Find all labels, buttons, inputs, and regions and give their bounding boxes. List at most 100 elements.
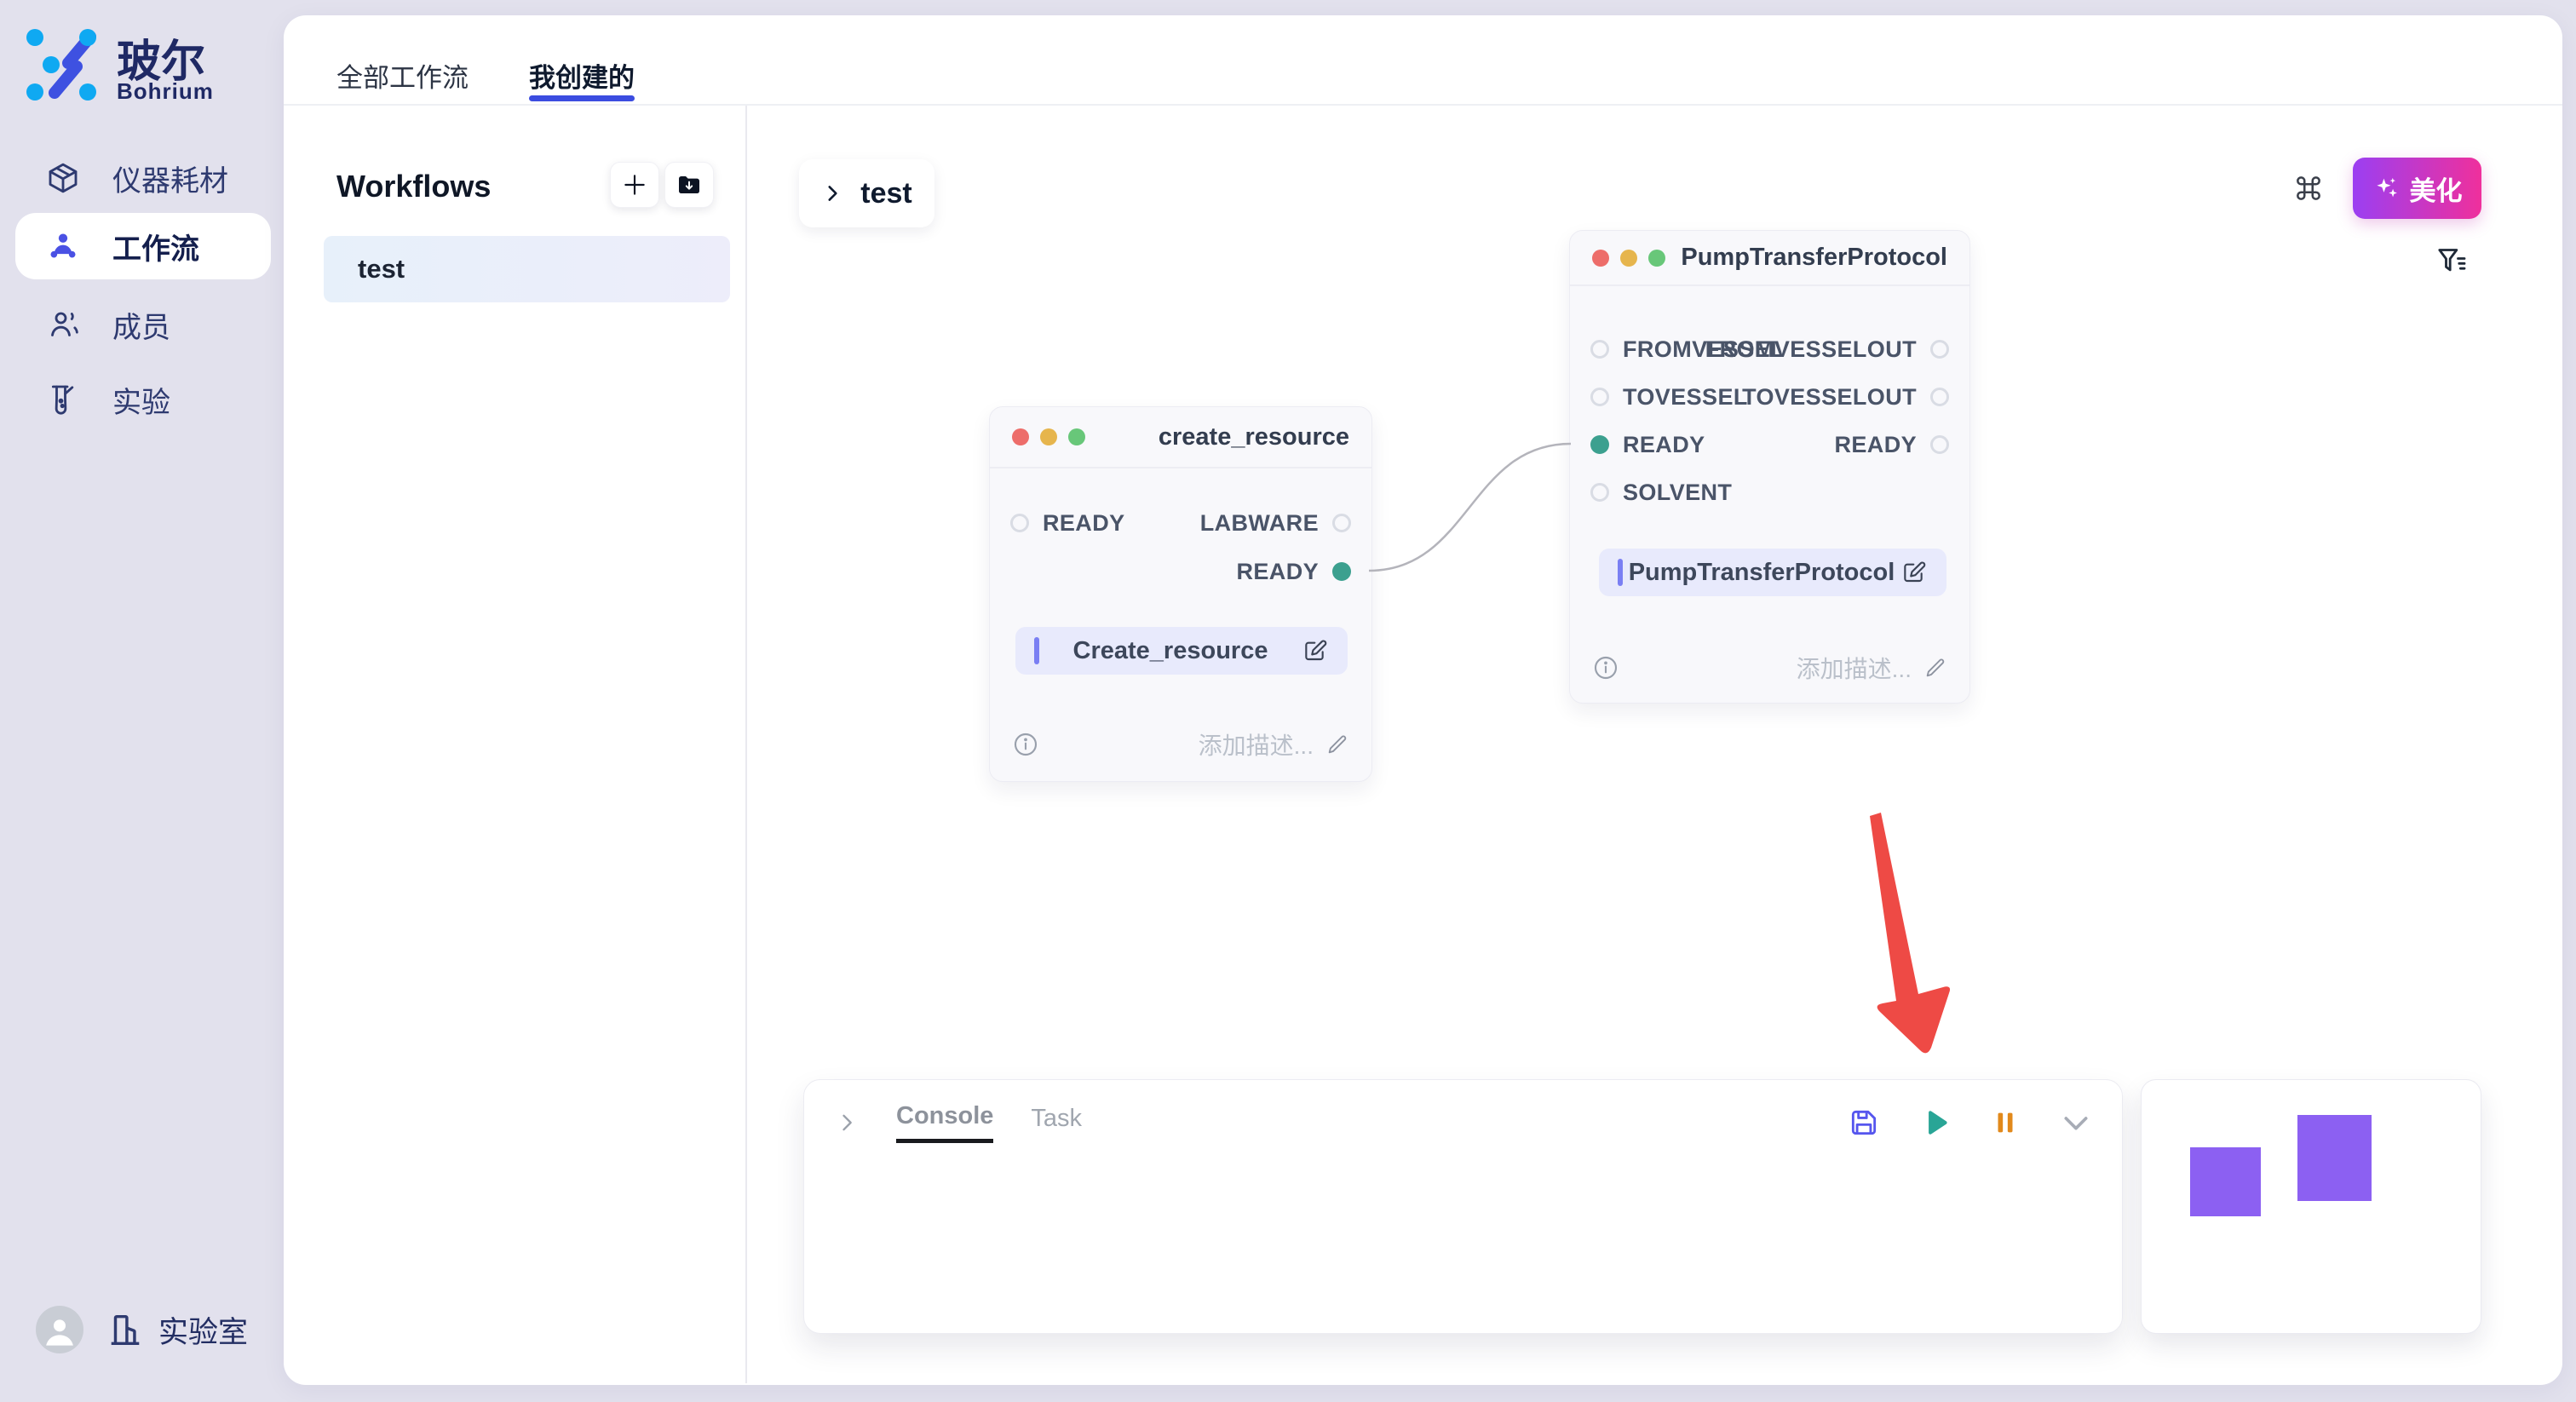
node-create-resource[interactable]: create_resource READY LABWARE READY Crea… — [989, 406, 1372, 782]
traffic-yellow-dot — [1620, 250, 1637, 267]
sidebar-item-instruments[interactable]: 仪器耗材 — [15, 145, 271, 211]
minimap[interactable] — [2141, 1079, 2481, 1334]
node-description[interactable]: 添加描述... — [1797, 651, 1947, 685]
add-workflow-button[interactable] — [610, 162, 659, 208]
chevron-right-icon — [821, 182, 843, 204]
node-header[interactable]: PumpTransferProtocol — [1570, 231, 1969, 286]
command-grid-icon — [2292, 172, 2325, 204]
save-icon — [1848, 1106, 1880, 1139]
console-output-area[interactable] — [804, 1165, 2122, 1333]
info-icon[interactable] — [1012, 731, 1039, 758]
output-port-labware[interactable]: LABWARE — [1200, 504, 1351, 542]
import-workflow-button[interactable] — [664, 162, 714, 208]
node-title: PumpTransferProtocol — [1681, 244, 1947, 272]
port-dot[interactable] — [1930, 435, 1949, 454]
sidebar: 玻尔 Bohrium 仪器耗材 工作流 成员 — [0, 0, 284, 1402]
node-title: create_resource — [1159, 423, 1349, 451]
traffic-green-dot — [1068, 428, 1085, 445]
input-port-tovessel[interactable]: TOVESSEL — [1590, 378, 1748, 416]
chevron-down-icon — [2059, 1106, 2093, 1140]
sidebar-item-members[interactable]: 成员 — [15, 291, 271, 358]
filter-button[interactable] — [2433, 242, 2470, 279]
bohrium-logo-icon — [26, 29, 97, 101]
port-dot[interactable] — [1590, 483, 1609, 502]
port-dot[interactable] — [1332, 514, 1351, 532]
pill-label: Create_resource — [1039, 637, 1302, 665]
output-port-ready[interactable]: READY — [1834, 426, 1949, 463]
tab-my-created[interactable]: 我创建的 — [529, 56, 635, 95]
pill-label: PumpTransferProtocol — [1623, 559, 1900, 587]
beautify-label: 美化 — [2410, 170, 2463, 208]
user-avatar[interactable] — [36, 1306, 83, 1353]
workflow-list-item-test[interactable]: test — [324, 236, 730, 302]
port-label: SOLVENT — [1623, 480, 1732, 506]
input-port-ready[interactable]: READY — [1590, 426, 1705, 463]
output-port-ready[interactable]: READY — [1236, 553, 1351, 590]
port-dot[interactable] — [1010, 514, 1029, 532]
port-dot-connected[interactable] — [1332, 562, 1351, 581]
pencil-icon[interactable] — [1325, 733, 1349, 756]
sidebar-item-label: 实验 — [112, 379, 170, 421]
edit-square-icon[interactable] — [1900, 559, 1928, 586]
output-port-tovesselout[interactable]: TOVESSELOUT — [1742, 378, 1949, 416]
building-icon — [106, 1310, 145, 1349]
person-icon — [43, 1314, 77, 1348]
port-label: FROMVESSELOUT — [1705, 336, 1917, 363]
traffic-dots — [1012, 428, 1085, 445]
node-action-pill[interactable]: PumpTransferProtocol — [1599, 549, 1946, 596]
port-label: TOVESSEL — [1623, 384, 1748, 411]
console-tab[interactable]: Console — [896, 1102, 993, 1143]
pencil-icon[interactable] — [1923, 656, 1947, 680]
layout-button[interactable] — [2290, 170, 2327, 207]
node-description[interactable]: 添加描述... — [1199, 727, 1349, 761]
breadcrumb-label: test — [860, 177, 911, 210]
expand-chevron-icon[interactable] — [835, 1111, 859, 1135]
sidebar-item-label: 仪器耗材 — [112, 158, 228, 199]
console-panel: Console Task — [803, 1079, 2123, 1334]
info-icon[interactable] — [1592, 654, 1619, 681]
pause-button[interactable] — [1991, 1108, 2020, 1137]
run-icon — [1919, 1106, 1952, 1139]
edit-square-icon[interactable] — [1302, 637, 1329, 664]
sidebar-item-workflows[interactable]: 工作流 — [15, 213, 271, 279]
package-icon — [46, 161, 80, 195]
port-dot-connected[interactable] — [1590, 435, 1609, 454]
filter-icon — [2435, 244, 2469, 278]
sparkles-icon — [2372, 174, 2401, 203]
save-button[interactable] — [1848, 1106, 1880, 1139]
port-label: TOVESSELOUT — [1742, 384, 1917, 411]
node-header[interactable]: create_resource — [990, 407, 1371, 468]
node-pump-transfer-protocol[interactable]: PumpTransferProtocol FROMVESSEL TOVESSEL… — [1569, 230, 1970, 704]
tab-all-workflows[interactable]: 全部工作流 — [336, 56, 469, 95]
collapse-panel-button[interactable] — [2059, 1106, 2093, 1140]
port-label: READY — [1043, 510, 1125, 537]
sidebar-item-label: 工作流 — [112, 226, 199, 267]
port-dot[interactable] — [1930, 340, 1949, 359]
beautify-button[interactable]: 美化 — [2353, 158, 2481, 219]
sidebar-item-experiments[interactable]: 实验 — [15, 366, 271, 433]
sidebar-item-label: 成员 — [112, 304, 170, 346]
active-tab-underline — [529, 95, 635, 101]
run-button[interactable] — [1919, 1106, 1952, 1139]
folder-download-icon — [676, 171, 703, 198]
workspace-switcher[interactable]: 实验室 — [106, 1308, 248, 1352]
node-action-pill[interactable]: Create_resource — [1015, 627, 1348, 675]
test-tube-icon — [46, 382, 80, 417]
port-dot[interactable] — [1590, 388, 1609, 406]
input-port-ready[interactable]: READY — [1010, 504, 1125, 542]
port-label: READY — [1834, 432, 1917, 458]
traffic-red-dot — [1592, 250, 1609, 267]
breadcrumb-workflow[interactable]: test — [799, 159, 934, 227]
port-dot[interactable] — [1590, 340, 1609, 359]
traffic-red-dot — [1012, 428, 1029, 445]
task-tab[interactable]: Task — [1031, 1105, 1082, 1141]
description-placeholder: 添加描述... — [1199, 727, 1314, 761]
input-port-solvent[interactable]: SOLVENT — [1590, 474, 1732, 511]
traffic-dots — [1592, 250, 1665, 267]
port-label: LABWARE — [1200, 510, 1319, 537]
description-placeholder: 添加描述... — [1797, 651, 1912, 685]
tabs-divider — [284, 104, 2562, 106]
output-port-fromvesselout[interactable]: FROMVESSELOUT — [1705, 330, 1949, 368]
port-dot[interactable] — [1930, 388, 1949, 406]
port-label: READY — [1236, 559, 1319, 585]
